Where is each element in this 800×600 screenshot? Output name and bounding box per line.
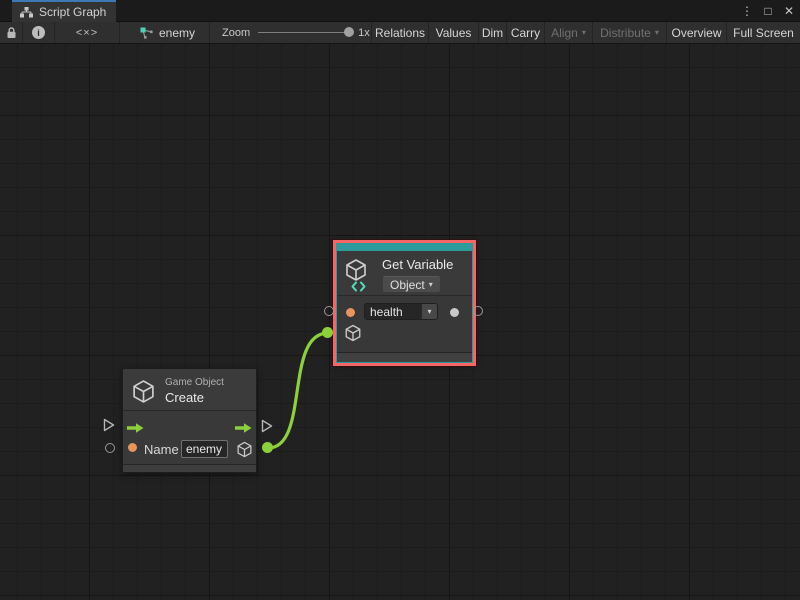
node-title: Get Variable — [382, 257, 453, 273]
create-header: Game Object Create — [123, 369, 256, 411]
chevron-down-icon: ▾ — [427, 308, 431, 316]
flow-output-arrow-icon[interactable] — [235, 420, 252, 438]
variable-cube-icon — [344, 255, 374, 293]
chevron-down-icon: ▾ — [582, 29, 586, 37]
values-label: Values — [436, 26, 472, 40]
value-output-port[interactable] — [450, 308, 459, 317]
window-menu-icon[interactable]: ⋮ — [740, 0, 754, 22]
values-button[interactable]: Values — [429, 22, 479, 43]
maximize-icon[interactable]: □ — [761, 0, 775, 22]
relations-button[interactable]: Relations — [372, 22, 429, 43]
align-button[interactable]: Align ▾ — [545, 22, 593, 43]
distribute-label: Distribute — [600, 26, 651, 40]
get-variable-left-port[interactable] — [324, 306, 334, 316]
info-icon: i — [32, 26, 45, 39]
carry-label: Carry — [511, 26, 540, 40]
create-left-value-port[interactable] — [105, 443, 115, 453]
dim-button[interactable]: Dim — [479, 22, 507, 43]
node-create-game-object[interactable]: Game Object Create Name — [122, 368, 257, 473]
zoom-value: 1x — [358, 27, 370, 39]
code-icon: <×> — [76, 27, 98, 39]
name-input-port[interactable] — [128, 443, 137, 452]
zoom-label: Zoom — [222, 27, 250, 39]
code-chevrons-icon — [351, 281, 366, 292]
game-object-cube-icon — [131, 378, 156, 410]
distribute-button[interactable]: Distribute ▾ — [593, 22, 667, 43]
object-input-cube-icon[interactable] — [344, 324, 362, 347]
node-get-variable[interactable]: Get Variable Object ▾ ▾ — [336, 243, 473, 363]
create-footer — [123, 464, 256, 472]
zoom-control: Zoom 1x — [210, 22, 372, 43]
game-object-output-connection-dot[interactable] — [262, 442, 273, 453]
name-input[interactable] — [181, 440, 228, 458]
relations-label: Relations — [375, 26, 425, 40]
tab-script-graph[interactable]: Script Graph — [12, 0, 116, 22]
variable-name-input-port[interactable] — [346, 308, 355, 317]
tab-bar: Script Graph ⋮ □ ✕ — [0, 0, 800, 22]
object-input-connection-dot[interactable] — [322, 327, 333, 338]
variable-kind-label: Object — [390, 278, 425, 292]
get-variable-body: ▾ — [337, 296, 472, 352]
close-icon[interactable]: ✕ — [782, 0, 796, 22]
tab-title: Script Graph — [39, 5, 106, 19]
info-button[interactable]: i — [23, 22, 55, 43]
breadcrumb-graph-name: enemy — [159, 26, 195, 40]
create-body: Name — [123, 411, 256, 464]
flow-input-port[interactable] — [103, 418, 115, 437]
variable-accent-bar — [337, 244, 472, 251]
lock-button[interactable] — [0, 22, 23, 43]
full-screen-label: Full Screen — [733, 26, 794, 40]
zoom-slider[interactable] — [258, 32, 350, 33]
graph-breadcrumb[interactable]: enemy — [120, 22, 210, 43]
overview-label: Overview — [671, 26, 721, 40]
graph-toolbar: i <×> enemy Zoom 1x Relations Values Dim… — [0, 22, 800, 44]
get-variable-footer — [337, 352, 472, 362]
chevron-down-icon: ▾ — [655, 29, 659, 37]
variable-name-field: ▾ — [364, 303, 438, 320]
graph-canvas[interactable]: Get Variable Object ▾ ▾ — [0, 44, 800, 600]
graph-node-icon — [140, 27, 153, 39]
zoom-slider-handle[interactable] — [344, 27, 354, 37]
variable-name-dropdown[interactable]: ▾ — [421, 304, 437, 319]
lock-icon — [6, 26, 17, 39]
full-screen-button[interactable]: Full Screen — [727, 22, 800, 43]
dim-label: Dim — [482, 26, 503, 40]
overview-button[interactable]: Overview — [667, 22, 727, 43]
variable-kind-dropdown[interactable]: Object ▾ — [382, 276, 441, 293]
name-label: Name — [144, 442, 179, 457]
window-controls: ⋮ □ ✕ — [740, 0, 796, 22]
node-title: Create — [165, 390, 224, 405]
node-subtitle: Game Object — [165, 377, 224, 388]
chevron-down-icon: ▾ — [429, 281, 433, 289]
script-graph-icon — [20, 7, 33, 18]
get-variable-header: Get Variable Object ▾ — [337, 251, 472, 296]
code-preview-button[interactable]: <×> — [55, 22, 120, 43]
carry-button[interactable]: Carry — [507, 22, 545, 43]
game-object-output-cube-icon[interactable] — [236, 441, 253, 463]
flow-input-arrow-icon[interactable] — [127, 420, 144, 438]
get-variable-right-port[interactable] — [473, 306, 483, 316]
align-label: Align — [551, 26, 578, 40]
flow-output-port[interactable] — [261, 419, 273, 438]
variable-name-input[interactable] — [365, 304, 421, 319]
